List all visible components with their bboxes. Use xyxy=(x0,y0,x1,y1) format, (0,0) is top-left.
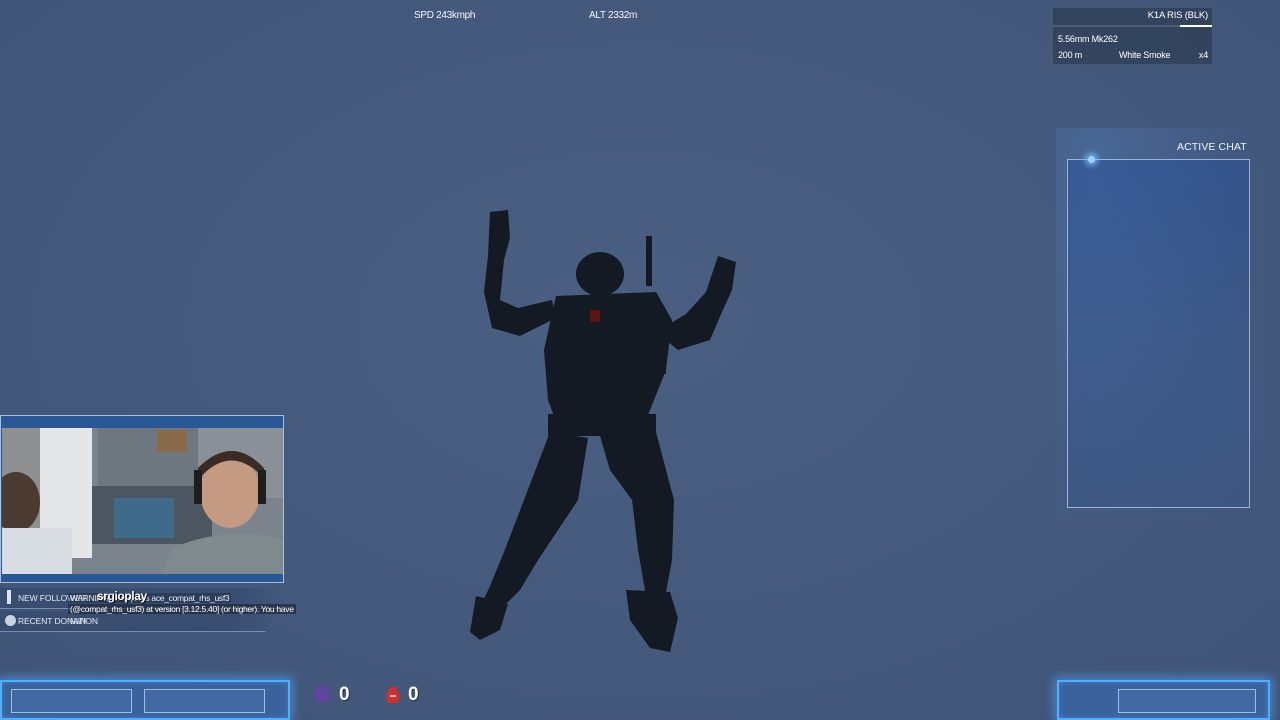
bottom-slot-3[interactable] xyxy=(1118,689,1256,713)
altitude-readout: ALT 2332m xyxy=(589,10,638,21)
mod-warning-line-1: WARNING: ... requires ace_compat_rhs_usf… xyxy=(68,593,232,603)
chat-title: ACTIVE CHAT xyxy=(1177,141,1247,153)
twitch-icon xyxy=(316,687,330,704)
bottom-left-panel xyxy=(0,680,290,720)
mod-warning-line-2: (@compat_rhs_usf3) at version [3.12.5.40… xyxy=(68,604,296,614)
magazine-bar-fill xyxy=(1180,25,1212,27)
bottom-right-panel xyxy=(1057,680,1270,720)
recent-donation-row: RECENT DONATION xyxy=(0,611,276,632)
speed-readout: SPD 243kmph xyxy=(414,10,476,21)
chat-box[interactable] xyxy=(1067,159,1250,508)
donation-jar-icon xyxy=(387,687,399,703)
skydiving-soldier xyxy=(470,210,736,652)
twitch-follower-count: 0 xyxy=(339,684,350,705)
ammo-type: 5.56mm Mk262 xyxy=(1058,34,1118,44)
magazine-bar xyxy=(1053,25,1212,27)
chat-indicator-dot xyxy=(1088,156,1095,163)
recent-donation-name: NaN xyxy=(70,617,87,626)
grenade-type: White Smoke xyxy=(1119,50,1171,60)
webcam-feed xyxy=(2,428,283,576)
bottom-slot-1[interactable] xyxy=(11,689,132,713)
webcam-scene xyxy=(2,428,283,576)
webcam-top-bar xyxy=(2,417,283,428)
webcam-frame xyxy=(0,415,284,583)
webcam-bottom-bar xyxy=(2,574,283,581)
bottom-slot-2[interactable] xyxy=(144,689,265,713)
donation-coin-icon xyxy=(5,615,16,626)
new-follower-name: srgioplay xyxy=(97,589,147,603)
weapon-info-panel: K1A RIS (BLK) 5.56mm Mk262 200 m White S… xyxy=(1053,8,1212,64)
game-viewport: SPD 243kmph ALT 2332m K1A RIS (BLK) 5.56… xyxy=(0,0,1280,720)
zeroing-distance: 200 m xyxy=(1058,50,1083,60)
follower-icon xyxy=(7,590,11,604)
weapon-name: K1A RIS (BLK) xyxy=(1147,10,1208,21)
donation-count: 0 xyxy=(408,684,419,705)
grenade-count: x4 xyxy=(1198,50,1208,60)
